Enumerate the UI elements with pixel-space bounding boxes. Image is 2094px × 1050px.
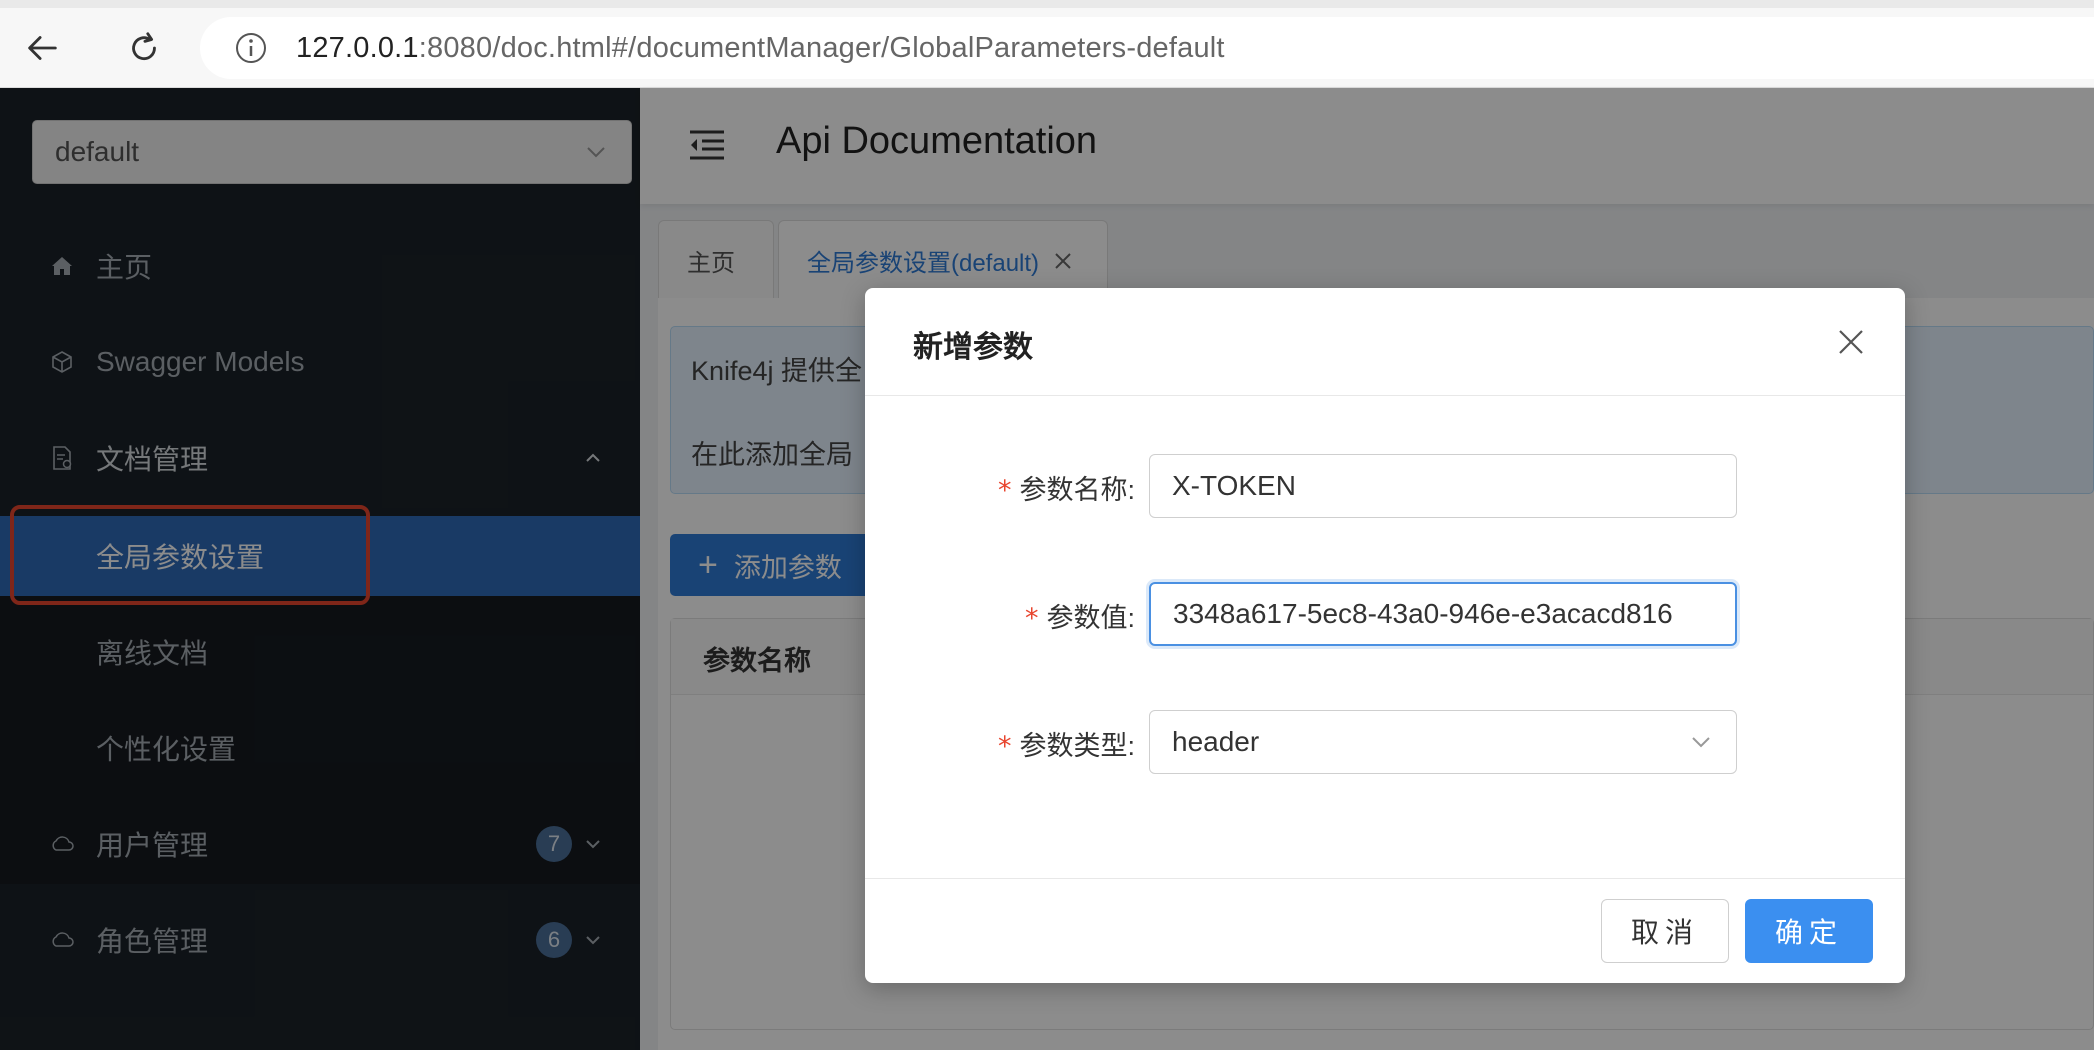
chevron-down-icon [1692,737,1710,748]
input-value: 3348a617-5ec8-43a0-946e-e3acacd816 [1173,598,1673,629]
reload-button[interactable] [116,22,172,74]
form-row-param-name: * 参数名称: X-TOKEN [865,454,1905,518]
form-row-param-type: * 参数类型: header [865,710,1905,774]
confirm-button[interactable]: 确定 [1745,899,1873,963]
select-value: header [1172,726,1260,757]
field-label: * 参数名称: [997,475,1135,506]
reload-icon [132,32,156,61]
param-value-input[interactable]: 3348a617-5ec8-43a0-946e-e3acacd816 [1149,582,1737,646]
dialog-header: 新增参数 [865,288,1905,396]
close-icon[interactable] [1835,326,1867,358]
input-value: X-TOKEN [1172,470,1296,501]
param-type-select[interactable]: header [1149,710,1737,774]
field-label: * 参数值: [1024,603,1135,634]
dialog-title: 新增参数 [913,331,1033,364]
back-button[interactable] [14,22,70,74]
dialog-footer: 取消 确定 [865,878,1905,983]
param-name-input[interactable]: X-TOKEN [1149,454,1737,518]
url-text: 127.0.0.1:8080/doc.html#/documentManager… [296,31,1225,64]
form-row-param-value: * 参数值: 3348a617-5ec8-43a0-946e-e3acacd816 [865,582,1905,646]
info-icon[interactable] [234,31,268,65]
cancel-button[interactable]: 取消 [1601,899,1729,963]
browser-top-strip [0,0,2094,8]
field-label: * 参数类型: [997,731,1135,762]
browser-toolbar: 127.0.0.1:8080/doc.html#/documentManager… [0,0,2094,88]
add-parameter-dialog: 新增参数 * 参数名称: X-TOKEN * 参数值: 3348a617-5ec8-… [865,288,1905,983]
address-bar[interactable]: 127.0.0.1:8080/doc.html#/documentManager… [200,17,2094,79]
arrow-left-icon [28,36,57,60]
